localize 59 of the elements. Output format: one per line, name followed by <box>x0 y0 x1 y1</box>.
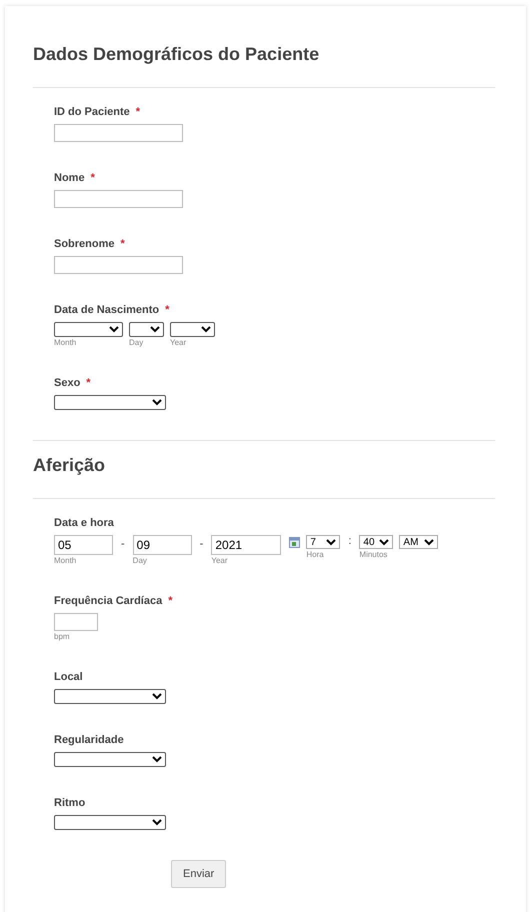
field-label: Sobrenome <box>54 238 115 250</box>
field-sublabel: Month <box>54 556 78 565</box>
field-sublabel: bpm <box>54 632 71 641</box>
dropdown[interactable] <box>170 322 215 337</box>
chevron-icon <box>326 538 336 546</box>
input-field[interactable] <box>54 124 183 142</box>
field-sublabel: Minutos <box>359 550 388 559</box>
separator: - <box>198 537 204 550</box>
field-label: Regularidade <box>54 734 124 746</box>
separator: - <box>120 537 126 550</box>
required-mark: * <box>165 304 170 316</box>
input-field[interactable] <box>54 190 183 208</box>
chevron-icon <box>152 819 162 826</box>
chevron-icon <box>109 326 119 333</box>
input-field[interactable]: 2021 <box>211 535 282 555</box>
field-sublabel: Year <box>170 338 188 347</box>
field-sublabel: Hora <box>306 550 325 559</box>
submit-button[interactable]: Enviar <box>171 860 226 888</box>
required-mark: * <box>90 172 95 184</box>
input-field[interactable]: 05 <box>54 535 113 555</box>
field-label: Frequência Cardíaca <box>54 595 162 607</box>
dropdown[interactable] <box>54 395 166 410</box>
section-title: Dados Demográficos do Paciente <box>33 44 320 65</box>
required-mark: * <box>86 377 91 389</box>
dropdown[interactable]: AM <box>399 535 438 549</box>
chevron-icon <box>424 538 434 546</box>
field-sublabel: Month <box>54 338 78 347</box>
chevron-icon <box>152 693 162 700</box>
dropdown[interactable] <box>54 815 166 830</box>
field-label: ID do Paciente <box>54 106 130 118</box>
section-title: Aferição <box>33 455 106 476</box>
input-field[interactable]: 09 <box>132 535 192 555</box>
required-mark: * <box>168 595 172 607</box>
chevron-icon <box>201 326 211 333</box>
field-label: Data e hora <box>54 517 114 529</box>
required-mark: * <box>120 238 125 250</box>
chevron-icon <box>152 399 162 406</box>
dropdown[interactable] <box>54 689 166 704</box>
field-label: Nome <box>54 172 85 184</box>
calendar-icon[interactable] <box>289 537 300 548</box>
field-sublabel: Year <box>211 556 229 565</box>
chevron-icon <box>379 538 390 546</box>
required-mark: * <box>136 106 140 118</box>
dropdown[interactable] <box>54 752 166 767</box>
field-sublabel: Day <box>129 338 144 347</box>
field-label: Sexo <box>54 377 80 389</box>
field-sublabel: Day <box>132 556 148 565</box>
dropdown[interactable]: 40 <box>359 535 394 549</box>
chevron-icon <box>152 756 162 763</box>
input-field[interactable] <box>54 613 98 631</box>
dropdown[interactable] <box>54 322 123 337</box>
dropdown[interactable] <box>129 322 164 337</box>
chevron-icon <box>150 326 160 333</box>
dropdown[interactable]: 7 <box>306 535 340 549</box>
field-label: Local <box>54 671 83 683</box>
field-label: Data de Nascimento <box>54 304 160 316</box>
separator: : <box>347 535 352 547</box>
field-label: Ritmo <box>54 797 86 809</box>
input-field[interactable] <box>54 256 183 274</box>
